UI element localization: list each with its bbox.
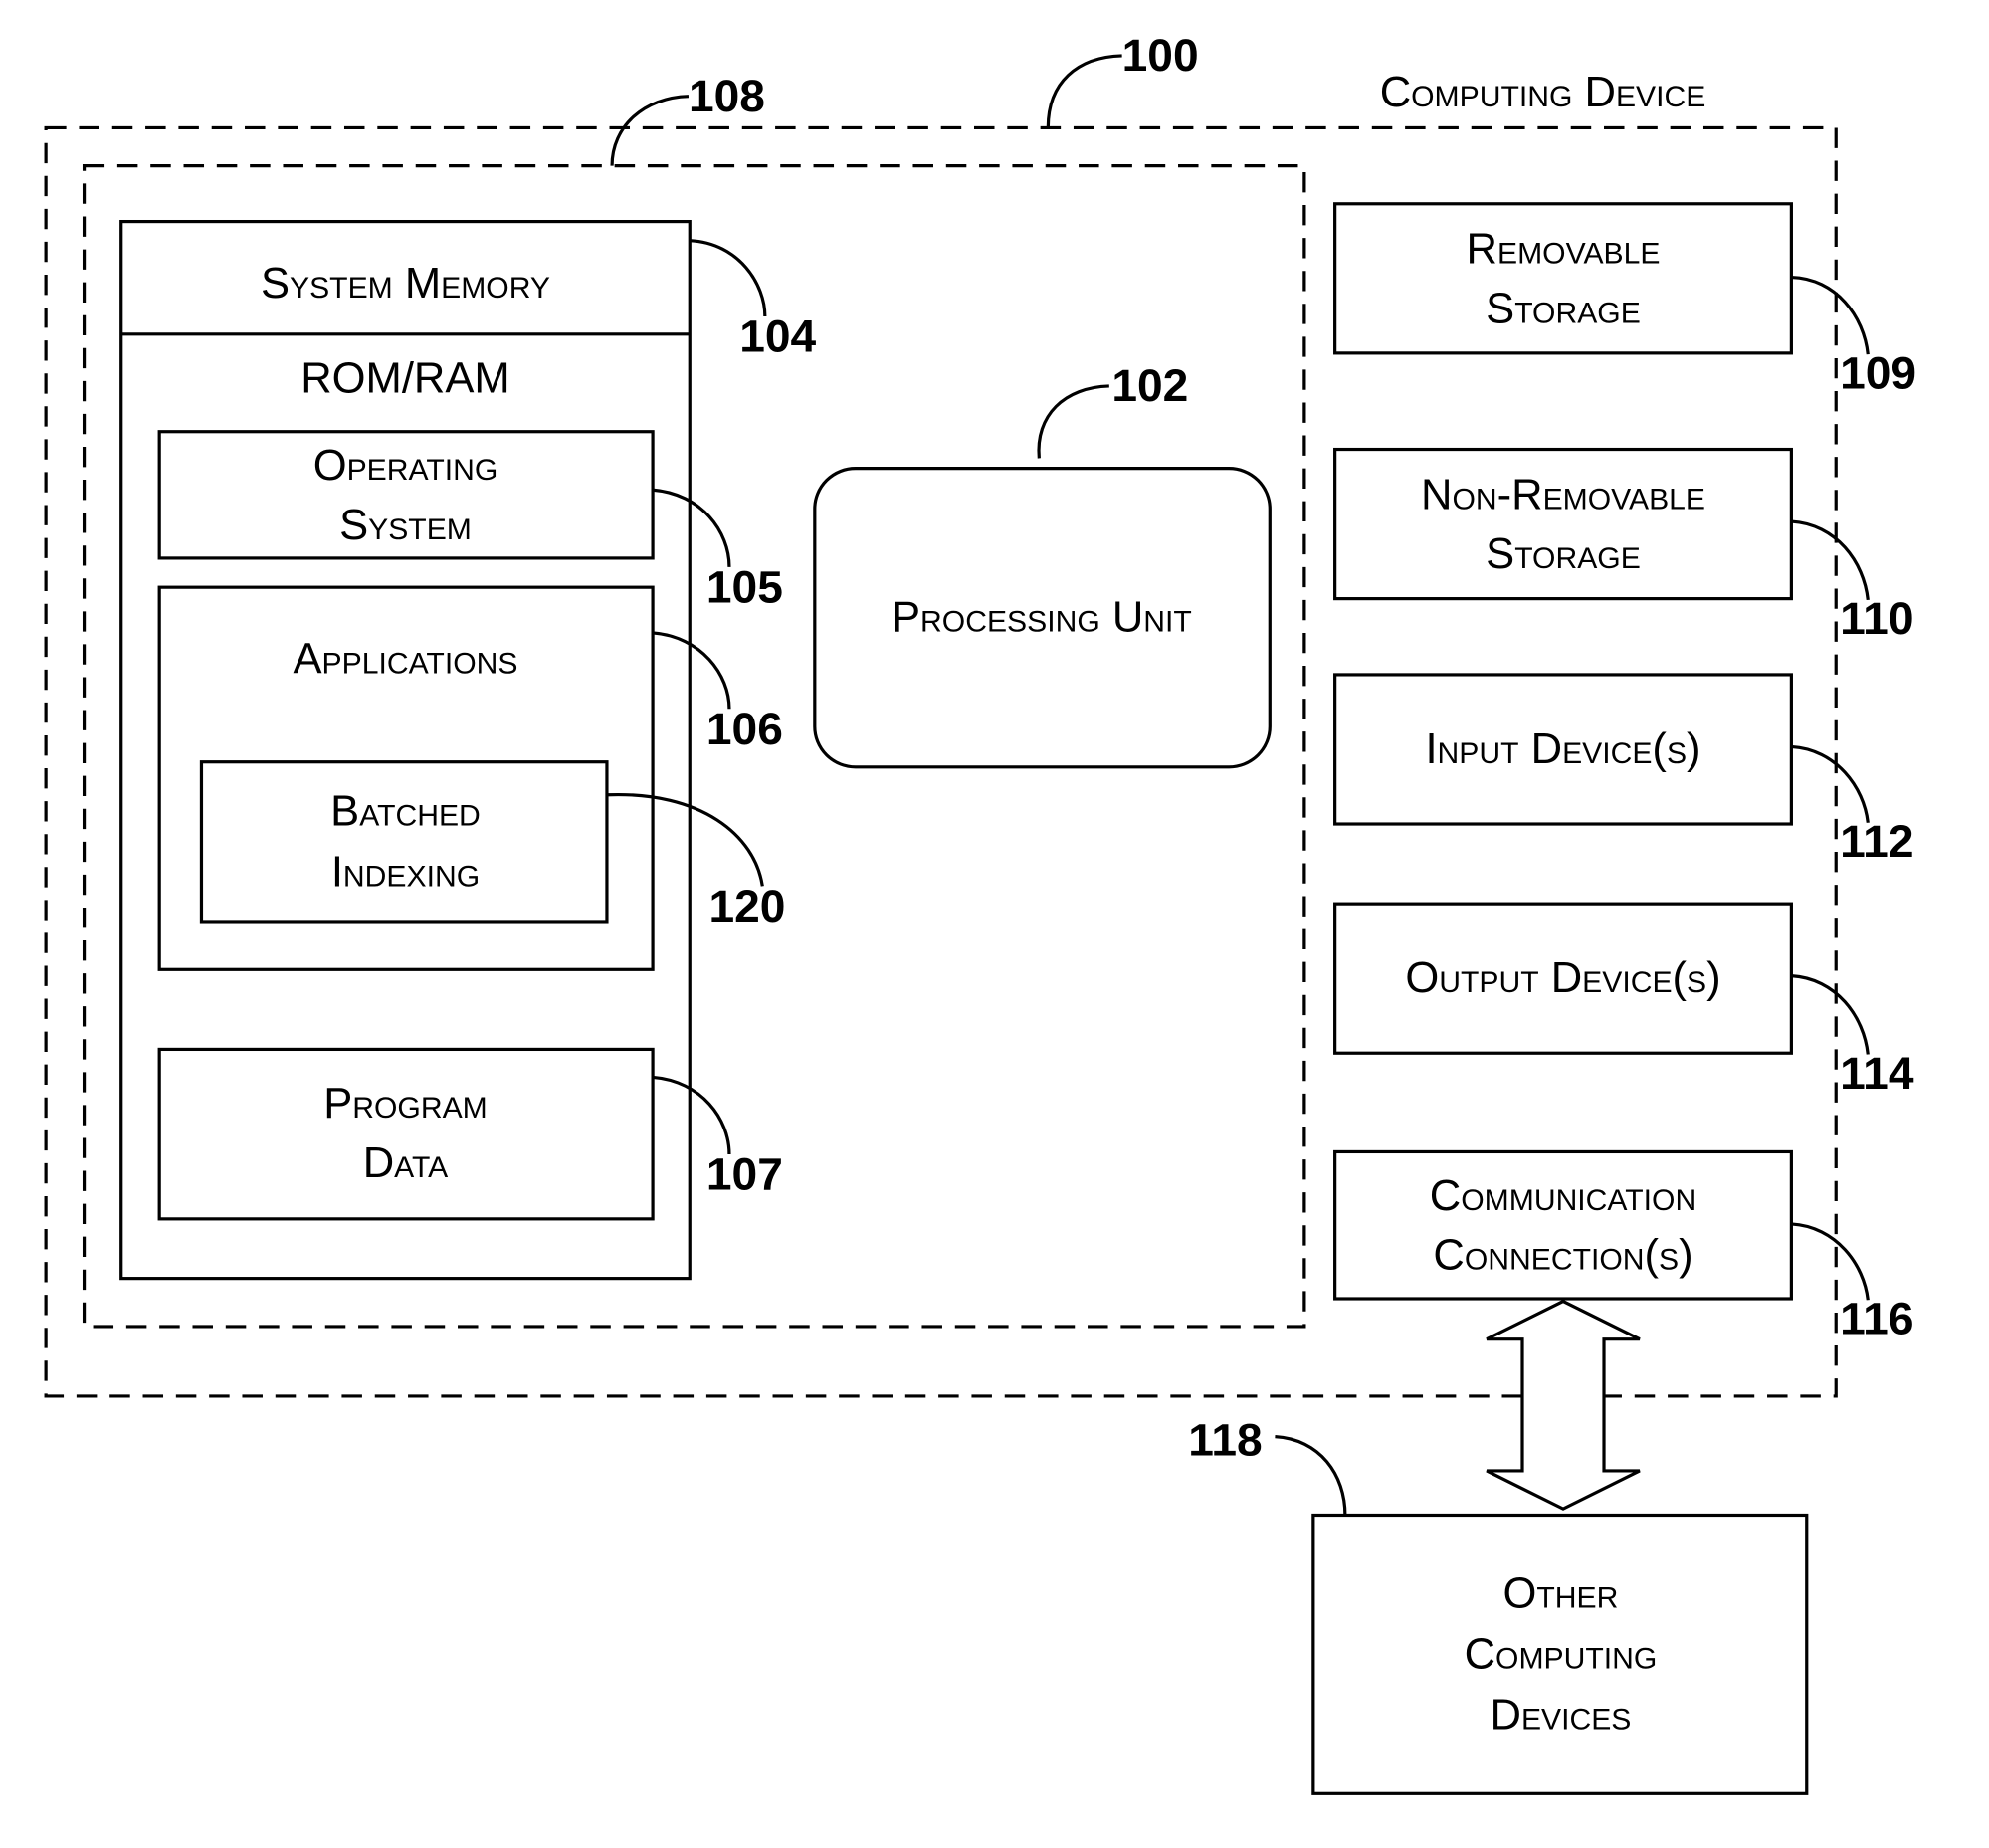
leader-116 bbox=[1791, 1222, 1870, 1301]
svg-text:Program: Program bbox=[323, 1080, 488, 1128]
leader-110 bbox=[1791, 519, 1870, 601]
svg-text:Storage: Storage bbox=[1486, 285, 1641, 332]
ref-109: 109 bbox=[1840, 347, 1916, 399]
svg-text:Processing Unit: Processing Unit bbox=[892, 594, 1192, 642]
ref-105: 105 bbox=[706, 561, 783, 613]
leader-102 bbox=[1037, 384, 1109, 459]
ref-106: 106 bbox=[706, 703, 783, 754]
svg-text:Connection(s): Connection(s) bbox=[1433, 1232, 1692, 1280]
batched-indexing: Batched Indexing bbox=[199, 760, 609, 924]
svg-text:Other: Other bbox=[1503, 1569, 1619, 1617]
svg-text:Data: Data bbox=[363, 1139, 449, 1187]
ref-120: 120 bbox=[708, 880, 785, 931]
ref-114: 114 bbox=[1840, 1047, 1914, 1099]
leader-108 bbox=[610, 95, 690, 166]
svg-text:System: System bbox=[339, 502, 472, 549]
bidirectional-arrow bbox=[1486, 1299, 1641, 1511]
ref-100: 100 bbox=[1122, 29, 1199, 81]
svg-text:Applications: Applications bbox=[294, 636, 518, 684]
ref-102: 102 bbox=[1111, 359, 1188, 411]
other-computing-devices: Other Computing Devices bbox=[1311, 1513, 1809, 1795]
ref-108: 108 bbox=[689, 70, 765, 121]
svg-text:Indexing: Indexing bbox=[331, 848, 480, 896]
program-data: Program Data bbox=[157, 1047, 655, 1221]
processing-unit: Processing Unit bbox=[813, 467, 1272, 769]
output-devices: Output Device(s) bbox=[1333, 902, 1793, 1055]
svg-text:Removable: Removable bbox=[1467, 226, 1661, 274]
svg-text:Batched: Batched bbox=[330, 787, 481, 835]
removable-storage: Removable Storage bbox=[1333, 202, 1793, 355]
ref-107: 107 bbox=[706, 1148, 783, 1200]
svg-text:Non-Removable: Non-Removable bbox=[1421, 471, 1705, 518]
leader-109 bbox=[1791, 275, 1870, 355]
leader-118 bbox=[1275, 1435, 1347, 1516]
svg-text:Operating: Operating bbox=[313, 442, 498, 490]
svg-text:Input Device(s): Input Device(s) bbox=[1425, 725, 1700, 773]
non-removable-storage: Non-Removable Storage bbox=[1333, 447, 1793, 601]
svg-text:Communication: Communication bbox=[1430, 1172, 1696, 1220]
leader-112 bbox=[1791, 744, 1870, 823]
computing-device-diagram: 100 Computing Device 108 System Memory R… bbox=[44, 29, 1916, 1795]
system-memory-label: System Memory bbox=[261, 260, 550, 308]
svg-text:Devices: Devices bbox=[1490, 1692, 1631, 1740]
leader-104 bbox=[690, 239, 767, 316]
svg-text:Computing: Computing bbox=[1465, 1631, 1658, 1679]
operating-system: Operating System bbox=[157, 430, 655, 560]
leader-100 bbox=[1046, 54, 1122, 128]
ref-112: 112 bbox=[1840, 815, 1913, 867]
leader-114 bbox=[1791, 974, 1870, 1055]
ref-118: 118 bbox=[1188, 1414, 1262, 1466]
input-devices: Input Device(s) bbox=[1333, 673, 1793, 826]
ref-110: 110 bbox=[1840, 592, 1913, 644]
svg-text:Storage: Storage bbox=[1486, 530, 1641, 578]
ref-116: 116 bbox=[1840, 1293, 1913, 1344]
rom-ram-label: ROM/RAM bbox=[300, 354, 509, 402]
communication-connections: Communication Connection(s) bbox=[1333, 1149, 1793, 1301]
ref-104: 104 bbox=[739, 310, 816, 362]
svg-text:Output Device(s): Output Device(s) bbox=[1405, 954, 1720, 1002]
computing-device-label: Computing Device bbox=[1380, 69, 1706, 116]
